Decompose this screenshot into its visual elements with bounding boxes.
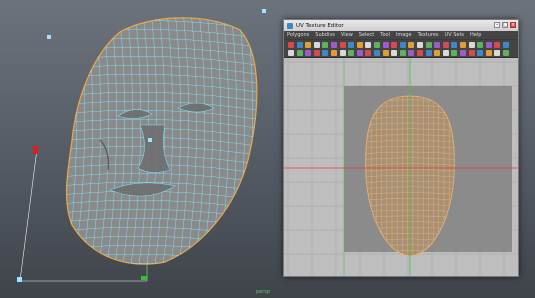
menu-image[interactable]: Image bbox=[396, 32, 412, 38]
toolbar-tool-icon[interactable] bbox=[494, 42, 501, 48]
wire-edge bbox=[256, 17, 257, 265]
pivot-handle[interactable] bbox=[17, 277, 22, 282]
toolbar-tool-icon[interactable] bbox=[503, 50, 509, 56]
maximize-button[interactable]: □ bbox=[502, 22, 508, 28]
menu-uv-sets[interactable]: UV Sets bbox=[445, 32, 465, 38]
manipulator-line bbox=[19, 148, 38, 282]
toolbar-tool-icon[interactable] bbox=[288, 50, 294, 56]
toolbar-tool-icon[interactable] bbox=[425, 42, 432, 48]
toolbar-tool-icon[interactable] bbox=[442, 50, 449, 56]
toolbar-tool-icon[interactable] bbox=[305, 42, 312, 48]
toolbar-tool-icon[interactable] bbox=[460, 42, 466, 48]
wire-edge bbox=[66, 17, 70, 265]
axis-handle-y[interactable] bbox=[141, 276, 147, 280]
toolbar-tool-icon[interactable] bbox=[296, 42, 303, 48]
toolbar-tool-icon[interactable] bbox=[382, 50, 389, 56]
uv-toolbar bbox=[284, 40, 518, 58]
menu-subdivs[interactable]: Subdivs bbox=[315, 32, 335, 38]
close-button[interactable]: × bbox=[510, 22, 516, 28]
toolbar-tool-icon[interactable] bbox=[417, 42, 423, 48]
toolbar-tool-icon[interactable] bbox=[399, 50, 406, 56]
wire-edge bbox=[50, 272, 270, 283]
toolbar-tool-icon[interactable] bbox=[365, 42, 372, 48]
toolbar-tool-icon[interactable] bbox=[322, 42, 329, 48]
toolbar-tool-icon[interactable] bbox=[296, 50, 303, 56]
minimize-button[interactable]: – bbox=[494, 22, 500, 28]
pivot-handle[interactable] bbox=[148, 138, 152, 142]
wire-edge bbox=[50, 281, 270, 292]
menu-tool[interactable]: Tool bbox=[380, 32, 390, 38]
toolbar-tool-icon[interactable] bbox=[451, 50, 458, 56]
toolbar-tool-icon[interactable] bbox=[348, 50, 355, 56]
wire-edge bbox=[49, 10, 61, 280]
window-title: UV Texture Editor bbox=[296, 22, 344, 29]
toolbar-tool-icon[interactable] bbox=[322, 50, 329, 56]
maya-app-icon bbox=[287, 22, 293, 29]
toolbar-tool-icon[interactable] bbox=[365, 50, 372, 56]
toolbar-tool-icon[interactable] bbox=[477, 42, 484, 48]
toolbar-tool-icon[interactable] bbox=[331, 42, 337, 48]
uv-canvas[interactable] bbox=[284, 58, 518, 276]
menubar: Polygons Subdivs View Select Tool Image … bbox=[284, 31, 518, 40]
toolbar-tool-icon[interactable] bbox=[356, 42, 363, 48]
camera-label: persp bbox=[256, 289, 271, 295]
toolbar-tool-icon[interactable] bbox=[305, 50, 312, 56]
toolbar-tool-icon[interactable] bbox=[331, 50, 337, 56]
toolbar-tool-icon[interactable] bbox=[313, 42, 320, 48]
pivot-handle[interactable] bbox=[47, 35, 51, 39]
toolbar-tool-icon[interactable] bbox=[408, 42, 415, 48]
toolbar-tool-icon[interactable] bbox=[434, 50, 441, 56]
uv-grid-view[interactable] bbox=[284, 58, 518, 276]
uv-texture-editor-window[interactable]: UV Texture Editor – □ × Polygons Subdivs… bbox=[283, 19, 519, 277]
toolbar-tool-icon[interactable] bbox=[442, 42, 449, 48]
toolbar-tool-icon[interactable] bbox=[485, 50, 492, 56]
toolbar-tool-icon[interactable] bbox=[356, 50, 363, 56]
menu-textures[interactable]: Textures bbox=[418, 32, 439, 38]
toolbar-tool-icon[interactable] bbox=[382, 42, 389, 48]
toolbar-tool-icon[interactable] bbox=[391, 42, 398, 48]
toolbar-tool-icon[interactable] bbox=[288, 42, 294, 48]
wire-edge bbox=[66, 262, 257, 265]
toolbar-tool-icon[interactable] bbox=[374, 50, 380, 56]
toolbar-tool-icon[interactable] bbox=[348, 42, 355, 48]
menu-help[interactable]: Help bbox=[470, 32, 481, 38]
toolbar-tool-icon[interactable] bbox=[339, 42, 346, 48]
menu-select[interactable]: Select bbox=[359, 32, 374, 38]
axis-handle-x[interactable] bbox=[33, 146, 38, 154]
toolbar-tool-icon[interactable] bbox=[494, 50, 501, 56]
toolbar-tool-icon[interactable] bbox=[417, 50, 423, 56]
toolbar-tool-icon[interactable] bbox=[408, 50, 415, 56]
toolbar-tool-icon[interactable] bbox=[313, 50, 320, 56]
toolbar-tool-icon[interactable] bbox=[425, 50, 432, 56]
toolbar-tool-icon[interactable] bbox=[503, 42, 509, 48]
toolbar-tool-icon[interactable] bbox=[391, 50, 398, 56]
toolbar-tool-icon[interactable] bbox=[477, 50, 484, 56]
toolbar-tool-icon[interactable] bbox=[339, 50, 346, 56]
toolbar-tool-icon[interactable] bbox=[460, 50, 466, 56]
menu-polygons[interactable]: Polygons bbox=[287, 32, 309, 38]
pivot-handle[interactable] bbox=[262, 9, 266, 13]
toolbar-tool-icon[interactable] bbox=[399, 42, 406, 48]
toolbar-tool-icon[interactable] bbox=[485, 42, 492, 48]
window-titlebar[interactable]: UV Texture Editor – □ × bbox=[284, 20, 518, 31]
menu-view[interactable]: View bbox=[341, 32, 353, 38]
toolbar-tool-icon[interactable] bbox=[468, 42, 475, 48]
toolbar-tool-icon[interactable] bbox=[374, 42, 380, 48]
toolbar-tool-icon[interactable] bbox=[468, 50, 475, 56]
toolbar-tool-icon[interactable] bbox=[451, 42, 458, 48]
toolbar-tool-icon[interactable] bbox=[434, 42, 441, 48]
